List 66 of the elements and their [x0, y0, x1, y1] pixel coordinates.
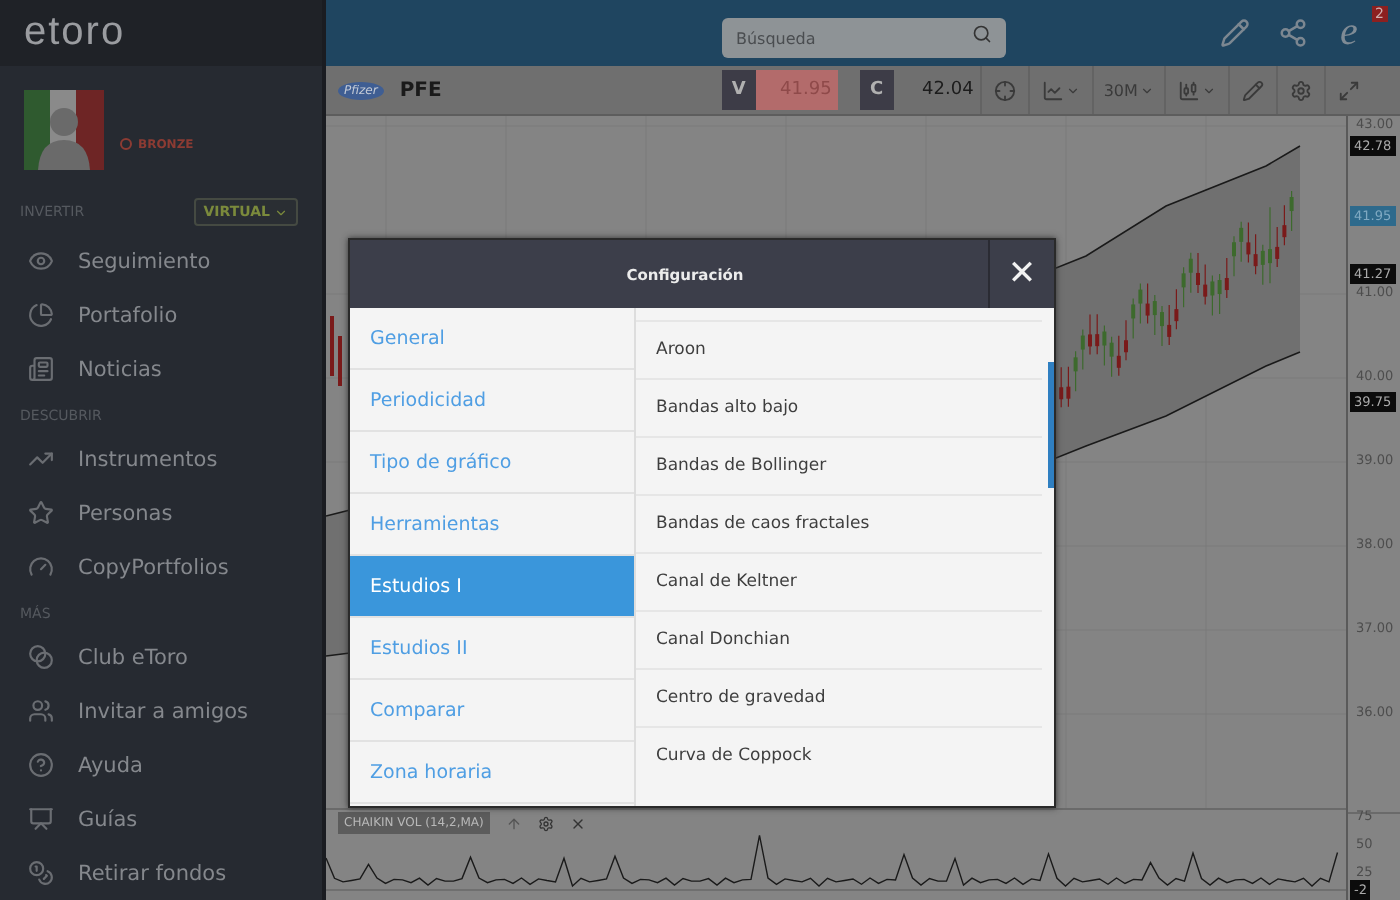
settings-icon[interactable]: [537, 815, 554, 832]
study-item[interactable]: Aroon: [636, 320, 1042, 378]
avatar[interactable]: [24, 90, 104, 170]
nav-item[interactable]: Ayuda: [0, 738, 322, 792]
nav-item[interactable]: Club eToro: [0, 630, 322, 684]
candlestick: [338, 336, 342, 386]
close-icon[interactable]: [569, 815, 586, 832]
settings-icon: [1289, 79, 1312, 101]
nav-item[interactable]: Portafolio: [0, 288, 322, 342]
circles-icon: [28, 644, 54, 670]
nav-item[interactable]: Guías: [0, 792, 322, 846]
crosshair-icon: [993, 79, 1016, 101]
caret-icon: [274, 205, 288, 219]
notifications-button[interactable]: e: [1336, 9, 1362, 53]
category-tab[interactable]: Periodicidad: [350, 370, 634, 432]
caret-icon: [1139, 83, 1154, 97]
category-tab[interactable]: Herramientas: [350, 494, 634, 556]
nav-item[interactable]: CopyPortfolios: [0, 540, 322, 594]
search-icon[interactable]: [972, 23, 992, 43]
study-item[interactable]: Bandas de caos fractales: [636, 494, 1042, 552]
candlestick: [1268, 206, 1272, 284]
caret-icon: [1201, 83, 1216, 97]
study-item[interactable]: Canal Donchian: [636, 610, 1042, 668]
category-tab[interactable]: General: [350, 308, 634, 370]
gauge-icon: [28, 554, 54, 580]
candlestick-icon: [1177, 79, 1200, 101]
category-tab[interactable]: Comparar: [350, 680, 634, 742]
presentation-board-icon: [28, 806, 54, 832]
study-item[interactable]: Bandas de Bollinger: [636, 436, 1042, 494]
pie-chart-icon: [28, 302, 54, 328]
nav-item[interactable]: Retirar fondos: [0, 846, 322, 900]
coins-icon: [28, 860, 54, 886]
people-icon: [28, 698, 54, 724]
candlestick: [1088, 313, 1092, 356]
nav-item[interactable]: Instrumentos: [0, 432, 322, 486]
nav-item[interactable]: Seguimiento: [0, 234, 322, 288]
study-item[interactable]: Curva de Coppock: [636, 726, 1042, 784]
help-icon: [28, 752, 54, 778]
category-tab[interactable]: Estudios I: [350, 556, 634, 618]
pencil-icon: [1241, 79, 1264, 101]
candlestick: [1196, 252, 1200, 294]
study-item[interactable]: Centro de gravedad: [636, 668, 1042, 726]
study-item[interactable]: Canal de Keltner: [636, 552, 1042, 610]
candlestick: [1160, 305, 1164, 347]
caret-icon: [1065, 83, 1080, 97]
expand-icon: [1337, 79, 1360, 101]
candlestick: [330, 316, 334, 376]
category-tab[interactable]: Estudios II: [350, 618, 634, 680]
symbol-label: PFE: [399, 79, 442, 101]
share-icon[interactable]: [1278, 18, 1308, 48]
study-item[interactable]: Bandas alto bajo: [636, 378, 1042, 436]
nav-item[interactable]: Invitar a amigos: [0, 684, 322, 738]
pencil-icon[interactable]: [1220, 18, 1250, 48]
line-chart-icon: [1041, 79, 1064, 101]
search-field[interactable]: Búsqueda: [722, 18, 1006, 58]
arrow-up-icon[interactable]: [505, 815, 522, 832]
category-tab[interactable]: Zona horaria: [350, 742, 634, 804]
star-icon: [28, 500, 54, 526]
scrollbar-thumb[interactable]: [1048, 362, 1054, 488]
candlestick: [1232, 235, 1236, 277]
nav-item[interactable]: Noticias: [0, 342, 322, 396]
newspaper-icon: [28, 356, 54, 382]
candlestick: [1124, 319, 1128, 361]
category-tab[interactable]: Tipo de gráfico: [350, 432, 634, 494]
nav-item[interactable]: Personas: [0, 486, 322, 540]
eye-icon: [28, 248, 54, 274]
